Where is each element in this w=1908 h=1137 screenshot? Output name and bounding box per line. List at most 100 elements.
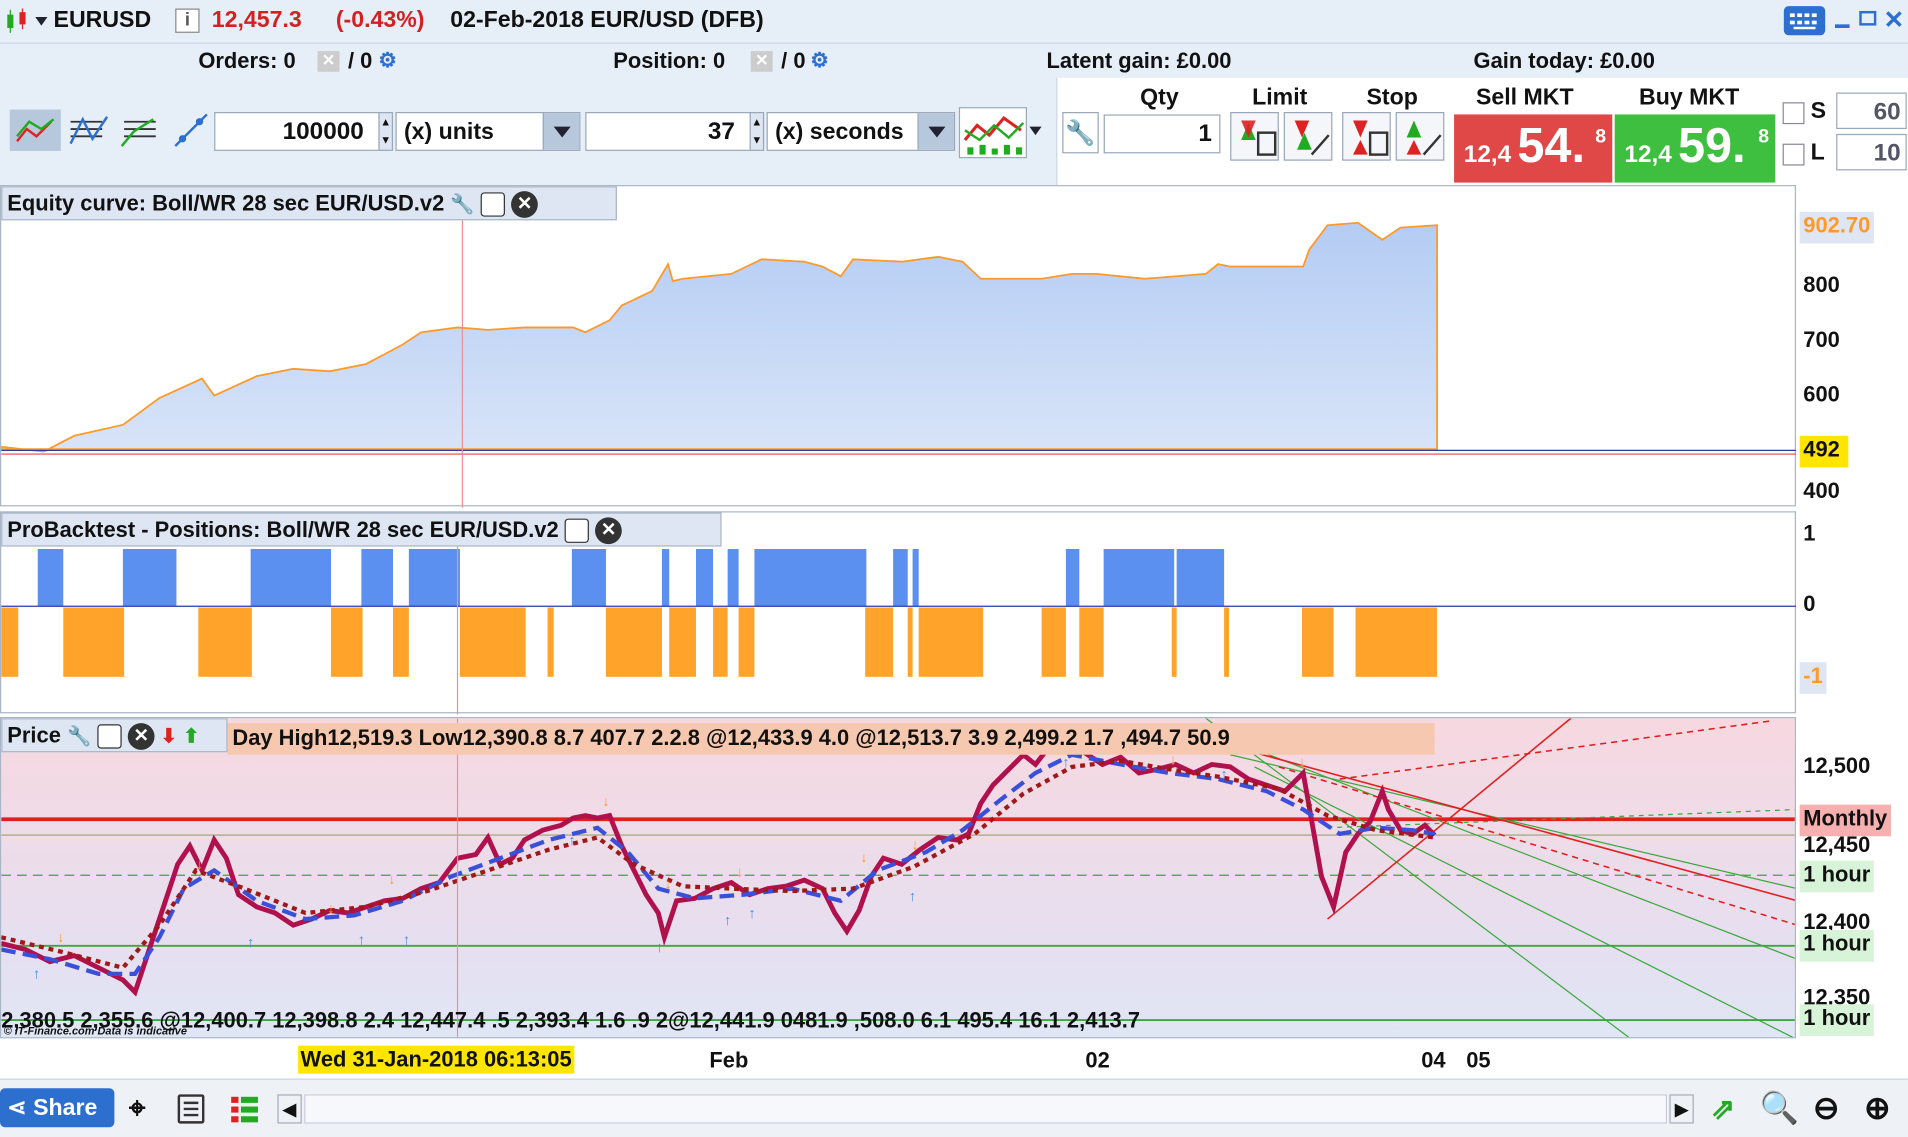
period-input[interactable]: 37 [585, 111, 751, 151]
close-icon[interactable]: ✕ [1884, 5, 1904, 35]
close-icon[interactable]: ✕ [595, 517, 622, 545]
buy-price-sup: 8 [1758, 126, 1770, 148]
svg-text:↓: ↓ [388, 872, 395, 888]
sell-mkt-button[interactable]: 12,4 54. 8 [1454, 114, 1613, 183]
scroll-left-icon[interactable]: ◀ [277, 1094, 302, 1124]
period-mode-select[interactable]: (x) seconds [766, 111, 956, 151]
buy-price-prefix: 12,4 [1624, 141, 1672, 168]
buy-mkt-button[interactable]: 12,4 59. 8 [1614, 114, 1776, 183]
sell-price-big: 54. [1517, 119, 1586, 173]
orders-cancel-icon[interactable]: ✕ [317, 51, 340, 72]
units-stepper-icon[interactable]: ▲ ▼ [378, 111, 394, 151]
s-input[interactable]: 60 [1836, 92, 1907, 130]
latent-gain: Latent gain: £0.00 [1046, 48, 1232, 74]
equity-axis-400: 400 [1803, 478, 1840, 503]
equity-axis: 902.70 800 700 600 492 400 [1795, 185, 1908, 507]
svg-text:↑: ↑ [909, 889, 916, 905]
backtest-icon[interactable] [958, 107, 1027, 159]
svg-text:↑: ↑ [358, 933, 365, 949]
wrench-icon[interactable]: 🔧 [450, 195, 474, 216]
equity-start-value: 492 [1799, 435, 1849, 468]
sell-arrow-icon[interactable]: ⬇ [161, 727, 177, 748]
symbol-dropdown-icon[interactable] [35, 17, 48, 26]
hour-tag-3: 1 hour [1799, 1004, 1874, 1036]
hour-tag-1: 1 hour [1799, 860, 1874, 893]
orders-total: / 0 [348, 48, 373, 74]
price-axis: 12,500 Monthly 12,450 1 hour 12,400 1 ho… [1795, 716, 1908, 1039]
chevron-down-icon[interactable] [542, 113, 580, 150]
qty-input[interactable]: 1 [1103, 114, 1221, 154]
maximize-icon[interactable] [564, 518, 590, 544]
maximize-icon[interactable] [480, 192, 506, 217]
cursor-tool-icon[interactable]: ⌖ [129, 1092, 145, 1126]
position-cancel-icon[interactable]: ✕ [750, 51, 773, 72]
svg-text:↑: ↑ [403, 933, 410, 949]
orders-settings-icon[interactable]: ⚙ [378, 49, 397, 73]
price-change: (-0.43%) [335, 7, 425, 33]
buy-arrow-icon[interactable]: ⬆ [183, 727, 199, 748]
svg-text:↓: ↓ [1298, 755, 1305, 771]
close-icon[interactable]: ✕ [127, 723, 155, 751]
symbol-name[interactable]: EURUSD [54, 7, 152, 34]
equity-axis-800: 800 [1803, 272, 1840, 298]
table-icon[interactable] [229, 1094, 261, 1123]
trendline-icon[interactable] [170, 110, 211, 151]
svg-text:↓: ↓ [736, 864, 743, 880]
keyboard-icon[interactable] [1783, 6, 1826, 36]
monthly-tag: Monthly [1799, 804, 1891, 837]
zoom-out-icon[interactable]: ⊖ [1813, 1089, 1840, 1127]
time-label-feb: Feb [709, 1048, 749, 1073]
zoom-region-icon[interactable]: 🔍 [1759, 1089, 1798, 1127]
order-panel: 🔧 Qty 1 Limit Stop Sell MKT 12,4 54. 8 B… [1056, 77, 1908, 186]
minimize-icon[interactable] [1834, 24, 1850, 28]
ma-red-line [1, 758, 1435, 971]
list-icon[interactable] [177, 1094, 205, 1124]
autoscale-icon[interactable]: ⇗ [1711, 1092, 1735, 1127]
units-input[interactable]: 100000 [214, 111, 380, 151]
s-checkbox[interactable] [1782, 102, 1805, 125]
restore-icon[interactable] [1859, 10, 1877, 26]
info-icon[interactable]: i [175, 8, 200, 33]
chart-toolbar: 100000 ▲ ▼ (x) units 37 ▲ ▼ (x) seconds [0, 77, 1057, 186]
units-mode-label: (x) units [403, 119, 494, 145]
indicator-icon[interactable] [66, 110, 112, 151]
position-settings-icon[interactable]: ⚙ [810, 49, 829, 73]
positions-axis: 1 0 -1 [1795, 511, 1908, 714]
units-mode-select[interactable]: (x) units [395, 111, 581, 151]
zoom-in-icon[interactable]: ⊕ [1864, 1089, 1891, 1127]
share-button[interactable]: ⋖ Share [0, 1088, 115, 1128]
close-icon[interactable]: ✕ [511, 191, 538, 219]
svg-text:↓: ↓ [664, 877, 671, 893]
drawing-lines-icon[interactable] [117, 110, 163, 151]
price-chart: ↑ ↑ ↑ ↑ ↑ ↑ ↑ ↑ ↑ ↑ ↑ ↓ ↓ ↓ ↓ ↓ ↓ ↓ ↓ ↓ ↓ ↓ [1, 718, 1795, 1038]
wrench-icon[interactable]: 🔧 [67, 727, 91, 748]
period-stepper-icon[interactable]: ▲ ▼ [749, 111, 765, 151]
l-checkbox[interactable] [1782, 143, 1805, 166]
sell-mkt-label: Sell MKT [1475, 85, 1574, 111]
positions-axis-0: 0 [1803, 591, 1816, 616]
limit-label: Limit [1252, 85, 1308, 111]
line-chart-icon[interactable] [9, 109, 61, 151]
hour-tag-2: 1 hour [1799, 930, 1874, 962]
chevron-down-icon[interactable] [917, 113, 954, 150]
scroll-right-icon[interactable]: ▶ [1669, 1094, 1694, 1124]
last-price: 12,457.3 [211, 7, 302, 33]
time-label-04: 04 [1421, 1048, 1446, 1073]
horizontal-scrollbar[interactable] [304, 1094, 1668, 1124]
price-bottom-values: 2,380.5 2,355.6 @12,400.7 12,398.8 2.4 1… [1, 1007, 1141, 1033]
maximize-icon[interactable] [97, 724, 122, 749]
l-input[interactable]: 10 [1836, 133, 1907, 171]
positions-header: ProBacktest - Positions: Boll/WR 28 sec … [1, 512, 722, 547]
positions-axis-minus1: -1 [1799, 662, 1827, 694]
l-label: L [1810, 139, 1825, 166]
stop-buy-icon[interactable] [1342, 111, 1391, 161]
candlestick-icon[interactable] [5, 7, 32, 34]
time-axis: Wed 31-Jan-2018 06:13:05 Feb 02 04 05 [0, 1042, 1908, 1079]
order-settings-icon[interactable]: 🔧 [1062, 111, 1099, 154]
equity-chart [1, 186, 1798, 508]
limit-sell-icon[interactable] [1283, 111, 1333, 161]
limit-buy-icon[interactable] [1230, 111, 1279, 161]
stop-sell-icon[interactable] [1395, 111, 1445, 161]
stop-label: Stop [1366, 85, 1418, 111]
backtest-dropdown-icon[interactable] [1029, 126, 1042, 136]
